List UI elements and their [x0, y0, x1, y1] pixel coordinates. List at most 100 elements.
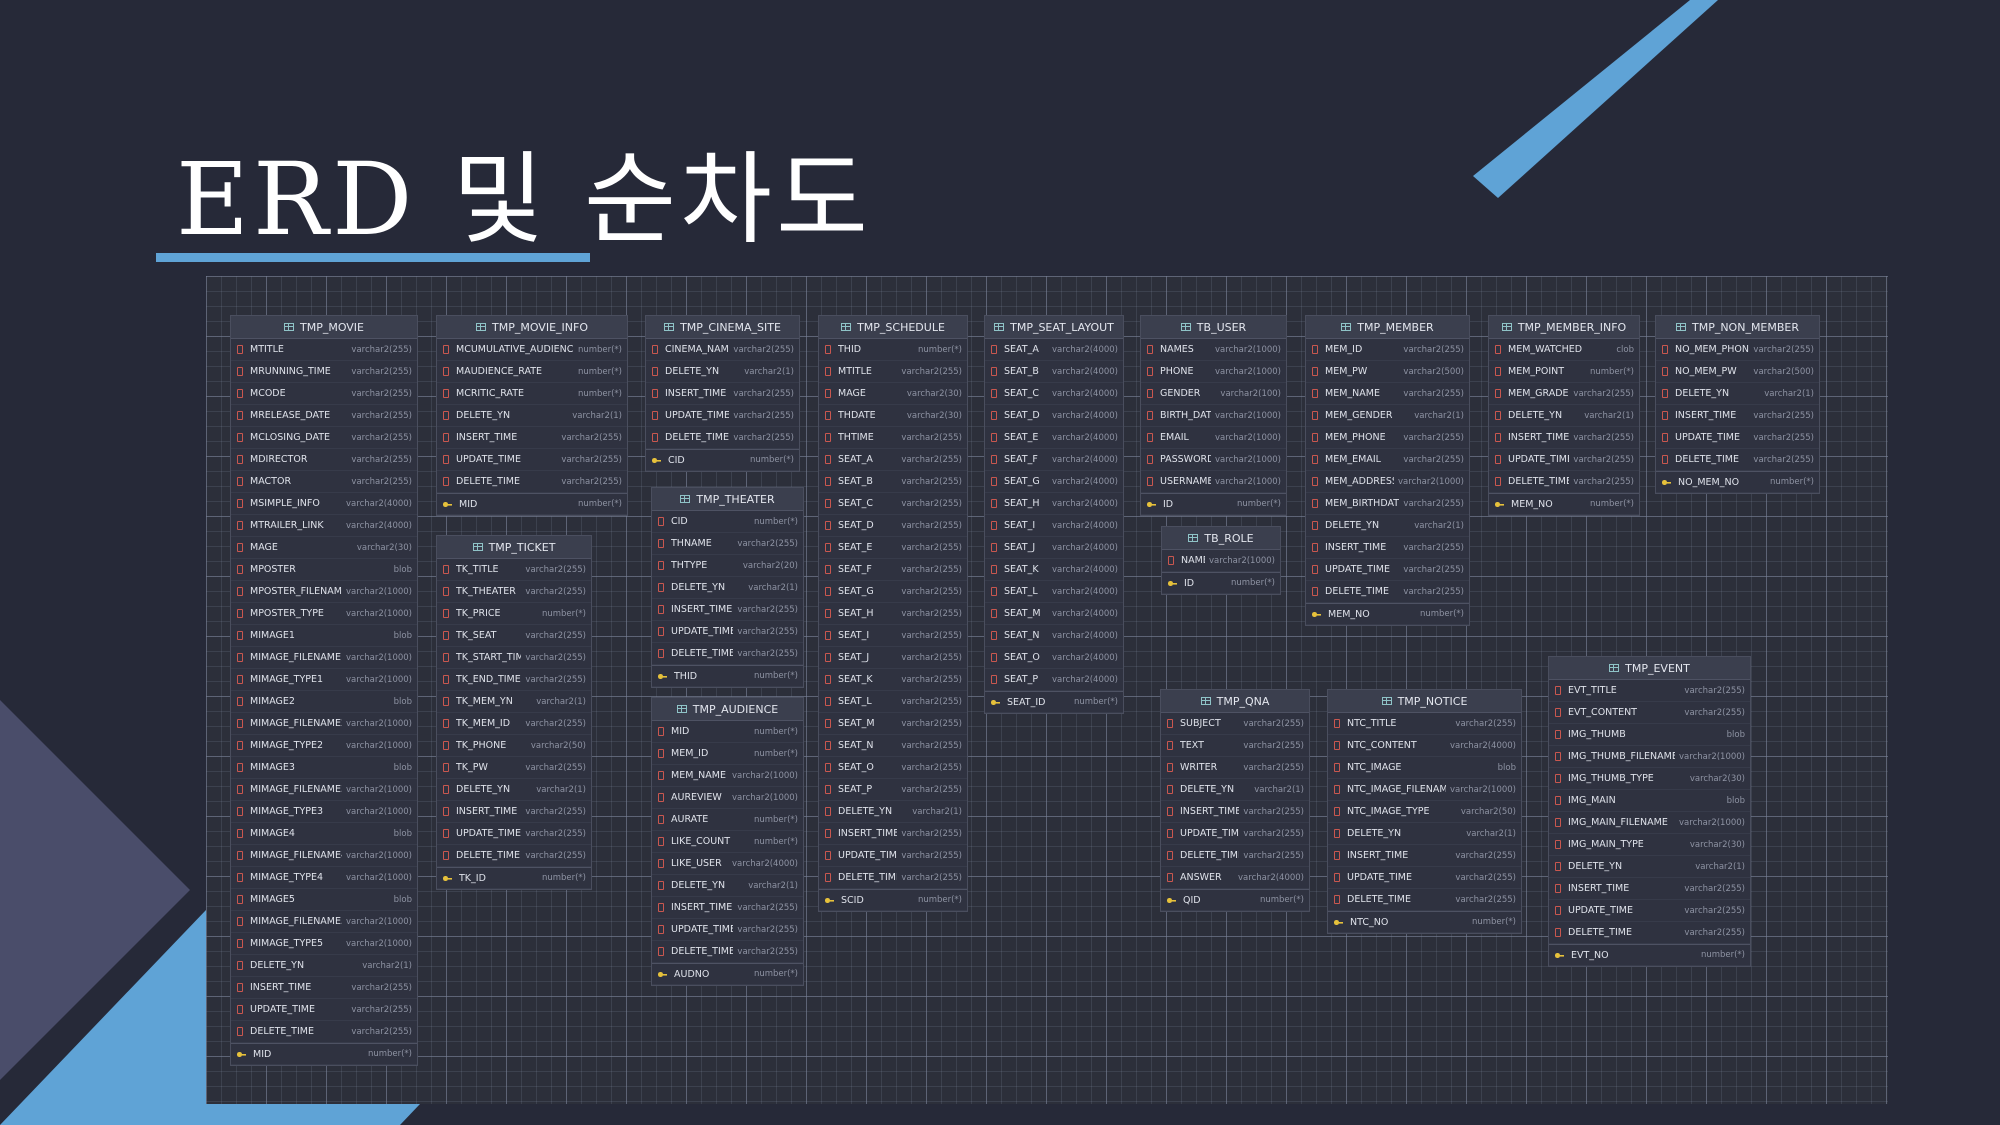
column-row[interactable]: SEAT_I varchar2(255): [819, 625, 967, 647]
column-row[interactable]: MEM_NAME varchar2(1000): [652, 765, 803, 787]
column-row[interactable]: UPDATE_TIME varchar2(255): [1656, 427, 1819, 449]
column-row[interactable]: NTC_TITLE varchar2(255): [1328, 713, 1521, 735]
column-row[interactable]: EVT_TITLE varchar2(255): [1549, 680, 1750, 702]
column-row[interactable]: ANSWER varchar2(4000): [1161, 867, 1309, 889]
column-row[interactable]: SEAT_I varchar2(4000): [985, 515, 1123, 537]
entity-header[interactable]: TMP_MEMBER: [1306, 316, 1469, 339]
column-row[interactable]: MIMAGE1 blob: [231, 625, 417, 647]
column-row[interactable]: THTYPE varchar2(20): [652, 555, 803, 577]
column-row[interactable]: CID number(*): [652, 511, 803, 533]
column-row[interactable]: MACTOR varchar2(255): [231, 471, 417, 493]
column-row[interactable]: DELETE_TIME varchar2(255): [437, 845, 591, 867]
column-row[interactable]: UPDATE_TIME varchar2(255): [1549, 900, 1750, 922]
column-row[interactable]: DELETE_TIME varchar2(255): [646, 427, 799, 449]
column-row[interactable]: DELETE_YN varchar2(1): [652, 875, 803, 897]
entity-tmp-movie-info[interactable]: TMP_MOVIE_INFO MCUMULATIVE_AUDIENCE number…: [436, 315, 628, 516]
column-row[interactable]: MSIMPLE_INFO varchar2(4000): [231, 493, 417, 515]
column-row[interactable]: MRUNNING_TIME varchar2(255): [231, 361, 417, 383]
column-row[interactable]: DELETE_TIME varchar2(255): [1328, 889, 1521, 911]
column-row[interactable]: SEAT_H varchar2(4000): [985, 493, 1123, 515]
column-row[interactable]: SEAT_D varchar2(4000): [985, 405, 1123, 427]
column-row[interactable]: INSERT_TIME varchar2(255): [652, 599, 803, 621]
column-row[interactable]: TK_END_TIME varchar2(255): [437, 669, 591, 691]
column-row[interactable]: THTIME varchar2(255): [819, 427, 967, 449]
column-row[interactable]: TEXT varchar2(255): [1161, 735, 1309, 757]
column-row[interactable]: UPDATE_TIME varchar2(255): [819, 845, 967, 867]
column-row[interactable]: MEM_ID number(*): [652, 743, 803, 765]
column-row[interactable]: DELETE_YN varchar2(1): [437, 779, 591, 801]
column-row[interactable]: AUREVIEW varchar2(1000): [652, 787, 803, 809]
entity-header[interactable]: TMP_CINEMA_SITE: [646, 316, 799, 339]
column-row[interactable]: UPDATE_TIME varchar2(255): [437, 823, 591, 845]
column-row[interactable]: DELETE_TIME varchar2(255): [1549, 922, 1750, 944]
column-row[interactable]: SEAT_O varchar2(4000): [985, 647, 1123, 669]
column-row[interactable]: MAUDIENCE_RATE number(*): [437, 361, 627, 383]
column-row[interactable]: SEAT_F varchar2(4000): [985, 449, 1123, 471]
column-row[interactable]: DELETE_YN varchar2(1): [437, 405, 627, 427]
column-row[interactable]: MRELEASE_DATE varchar2(255): [231, 405, 417, 427]
column-row[interactable]: UPDATE_TIME varchar2(255): [1328, 867, 1521, 889]
column-row[interactable]: MIMAGE_FILENAME4 varchar2(1000): [231, 845, 417, 867]
column-row[interactable]: DELETE_YN varchar2(1): [1489, 405, 1639, 427]
column-row[interactable]: INSERT_TIME varchar2(255): [231, 977, 417, 999]
column-row[interactable]: INSERT_TIME varchar2(255): [646, 383, 799, 405]
column-row[interactable]: NTC_IMAGE blob: [1328, 757, 1521, 779]
column-row[interactable]: MTITLE varchar2(255): [231, 339, 417, 361]
entity-tmp-audience[interactable]: TMP_AUDIENCE MID number(*) MEM_ID number(*) M…: [651, 697, 804, 986]
column-row[interactable]: DELETE_YN varchar2(1): [1549, 856, 1750, 878]
column-row[interactable]: MIMAGE4 blob: [231, 823, 417, 845]
entity-tb-user[interactable]: TB_USER NAMES varchar2(1000) PHONE varchar2(…: [1140, 315, 1287, 516]
column-row[interactable]: MCODE varchar2(255): [231, 383, 417, 405]
column-row[interactable]: MEM_NAME varchar2(255): [1306, 383, 1469, 405]
column-row[interactable]: SEAT_A varchar2(255): [819, 449, 967, 471]
column-row[interactable]: MTITLE varchar2(255): [819, 361, 967, 383]
column-row[interactable]: INSERT_TIME varchar2(255): [1306, 537, 1469, 559]
column-row[interactable]: SEAT_G varchar2(4000): [985, 471, 1123, 493]
column-row[interactable]: MIMAGE_TYPE1 varchar2(1000): [231, 669, 417, 691]
column-row[interactable]: SEAT_H varchar2(255): [819, 603, 967, 625]
column-row[interactable]: MIMAGE_TYPE4 varchar2(1000): [231, 867, 417, 889]
entity-tmp-schedule[interactable]: TMP_SCHEDULE THID number(*) MTITLE varchar2(…: [818, 315, 968, 912]
entity-header[interactable]: TMP_EVENT: [1549, 657, 1750, 680]
column-row[interactable]: MIMAGE_TYPE3 varchar2(1000): [231, 801, 417, 823]
column-row[interactable]: SEAT_D varchar2(255): [819, 515, 967, 537]
column-row[interactable]: SEAT_B varchar2(255): [819, 471, 967, 493]
entity-tmp-non-member[interactable]: TMP_NON_MEMBER NO_MEM_PHONE varchar2(255) N…: [1655, 315, 1820, 494]
column-row[interactable]: MCLOSING_DATE varchar2(255): [231, 427, 417, 449]
column-row[interactable]: IMG_THUMB_TYPE varchar2(30): [1549, 768, 1750, 790]
column-row[interactable]: MID number(*): [652, 721, 803, 743]
column-row[interactable]: MAGE varchar2(30): [231, 537, 417, 559]
column-row[interactable]: THNAME varchar2(255): [652, 533, 803, 555]
column-row[interactable]: SEAT_E varchar2(255): [819, 537, 967, 559]
column-row[interactable]: PASSWORD varchar2(1000): [1141, 449, 1286, 471]
column-row[interactable]: SEAT_G varchar2(255): [819, 581, 967, 603]
entity-tmp-movie[interactable]: TMP_MOVIE MTITLE varchar2(255) MRUNNING_TIM…: [230, 315, 418, 1066]
column-row[interactable]: INSERT_TIME varchar2(255): [1161, 801, 1309, 823]
column-row[interactable]: TK_MEM_ID varchar2(255): [437, 713, 591, 735]
column-row[interactable]: MIMAGE_TYPE2 varchar2(1000): [231, 735, 417, 757]
column-row[interactable]: MEM_ID varchar2(255): [1306, 339, 1469, 361]
column-row[interactable]: MEM_WATCHED clob: [1489, 339, 1639, 361]
column-row[interactable]: UPDATE_TIME varchar2(255): [652, 621, 803, 643]
column-row[interactable]: TK_THEATER varchar2(255): [437, 581, 591, 603]
column-row[interactable]: IMG_MAIN_TYPE varchar2(30): [1549, 834, 1750, 856]
column-row[interactable]: PHONE varchar2(1000): [1141, 361, 1286, 383]
column-row[interactable]: DELETE_TIME varchar2(255): [437, 471, 627, 493]
column-row[interactable]: MIMAGE_TYPE5 varchar2(1000): [231, 933, 417, 955]
column-row[interactable]: UPDATE_TIME varchar2(255): [231, 999, 417, 1021]
primary-key-column[interactable]: NO_MEM_NO number(*): [1656, 471, 1819, 493]
column-row[interactable]: NTC_IMAGE_TYPE varchar2(50): [1328, 801, 1521, 823]
column-row[interactable]: MIMAGE5 blob: [231, 889, 417, 911]
column-row[interactable]: SEAT_A varchar2(4000): [985, 339, 1123, 361]
column-row[interactable]: TK_MEM_YN varchar2(1): [437, 691, 591, 713]
column-row[interactable]: DELETE_YN varchar2(1): [1656, 383, 1819, 405]
column-row[interactable]: EVT_CONTENT varchar2(255): [1549, 702, 1750, 724]
column-row[interactable]: TK_PRICE number(*): [437, 603, 591, 625]
column-row[interactable]: TK_TITLE varchar2(255): [437, 559, 591, 581]
entity-header[interactable]: TMP_TICKET: [437, 536, 591, 559]
column-row[interactable]: SEAT_M varchar2(255): [819, 713, 967, 735]
column-row[interactable]: USERNAME varchar2(1000): [1141, 471, 1286, 493]
column-row[interactable]: THDATE varchar2(30): [819, 405, 967, 427]
column-row[interactable]: GENDER varchar2(100): [1141, 383, 1286, 405]
entity-header[interactable]: TMP_MOVIE_INFO: [437, 316, 627, 339]
